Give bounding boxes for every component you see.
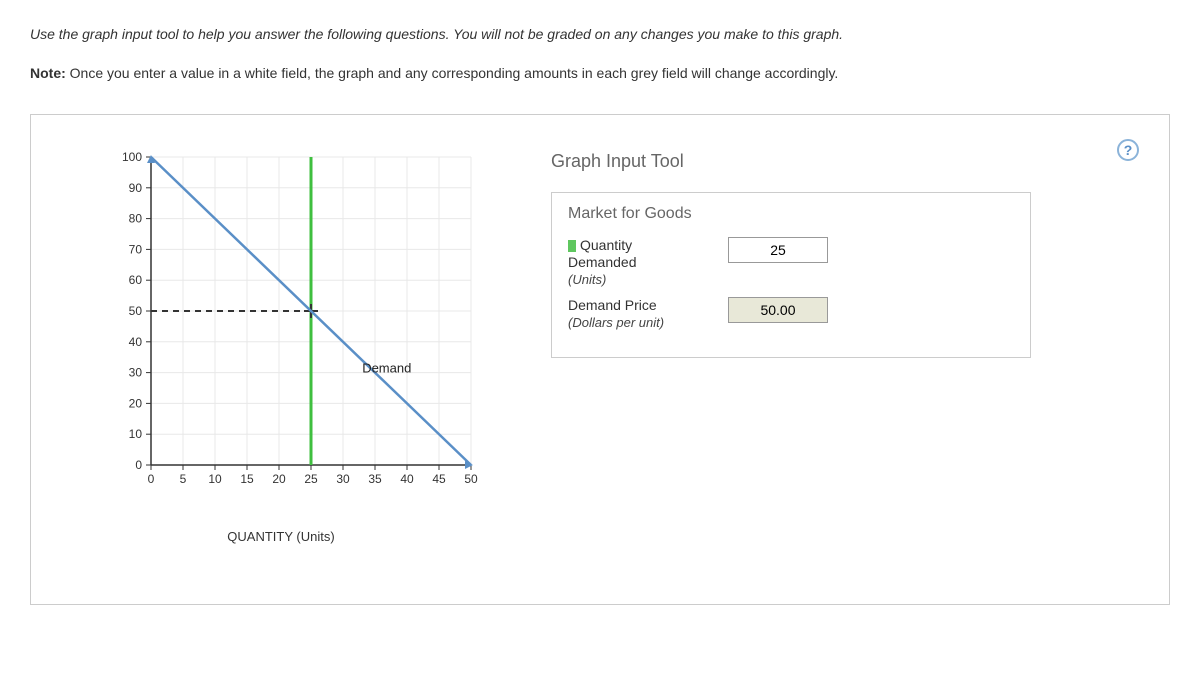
svg-text:40: 40 — [129, 335, 143, 349]
note-body: Once you enter a value in a white field,… — [66, 65, 839, 81]
svg-text:35: 35 — [368, 472, 382, 486]
note-prefix: Note: — [30, 65, 66, 81]
svg-text:40: 40 — [400, 472, 414, 486]
svg-text:10: 10 — [129, 427, 143, 441]
svg-text:50: 50 — [129, 304, 143, 318]
chart-svg[interactable]: 0 5 10 15 20 25 30 35 40 45 50 0 10 20 30 40 50 60 70 80 90 1… — [111, 145, 491, 495]
main-panel: PRICE (Dollars per unit) 051015202530354… — [30, 114, 1170, 605]
quantity-row: Quantity Demanded (Units) — [568, 237, 1014, 287]
quantity-label-line2: Demanded — [568, 254, 637, 270]
quantity-swatch-icon — [568, 240, 576, 252]
svg-text:80: 80 — [129, 212, 143, 226]
svg-text:20: 20 — [129, 396, 143, 410]
price-label-text: Demand Price — [568, 297, 657, 313]
svg-text:20: 20 — [272, 472, 286, 486]
svg-text:25: 25 — [304, 472, 318, 486]
svg-text:15: 15 — [240, 472, 254, 486]
price-label: Demand Price (Dollars per unit) — [568, 297, 728, 331]
svg-text:Demand: Demand — [362, 361, 411, 376]
chart-container[interactable]: 0 5 10 15 20 25 30 35 40 45 50 0 10 20 30 40 50 60 70 80 90 1… — [111, 145, 491, 525]
tool-box: Market for Goods Quantity Demanded (Unit… — [551, 192, 1031, 358]
svg-text:60: 60 — [129, 273, 143, 287]
svg-text:5: 5 — [180, 472, 187, 486]
svg-text:30: 30 — [129, 366, 143, 380]
svg-text:30: 30 — [336, 472, 350, 486]
svg-text:100: 100 — [122, 150, 142, 164]
svg-text:45: 45 — [432, 472, 446, 486]
svg-text:0: 0 — [148, 472, 155, 486]
quantity-label: Quantity Demanded (Units) — [568, 237, 728, 287]
quantity-label-sub: (Units) — [568, 272, 606, 287]
svg-text:70: 70 — [129, 242, 143, 256]
price-input[interactable] — [728, 297, 828, 323]
price-label-sub: (Dollars per unit) — [568, 315, 664, 330]
quantity-label-line1: Quantity — [580, 237, 632, 253]
chart-section: PRICE (Dollars per unit) 051015202530354… — [51, 145, 521, 544]
quantity-input[interactable] — [728, 237, 828, 263]
tool-section: ? Graph Input Tool Market for Goods Quan… — [521, 145, 1149, 544]
note-text: Note: Once you enter a value in a white … — [30, 63, 1170, 84]
svg-text:50: 50 — [464, 472, 478, 486]
tool-section-label: Market for Goods — [568, 205, 1014, 223]
price-row: Demand Price (Dollars per unit) — [568, 297, 1014, 331]
svg-text:10: 10 — [208, 472, 222, 486]
instruction-text: Use the graph input tool to help you ans… — [30, 24, 1170, 45]
svg-text:90: 90 — [129, 181, 143, 195]
x-axis-label: QUANTITY (Units) — [111, 529, 451, 544]
tool-title: Graph Input Tool — [551, 151, 1149, 172]
help-icon[interactable]: ? — [1117, 139, 1139, 161]
svg-text:0: 0 — [135, 458, 142, 472]
